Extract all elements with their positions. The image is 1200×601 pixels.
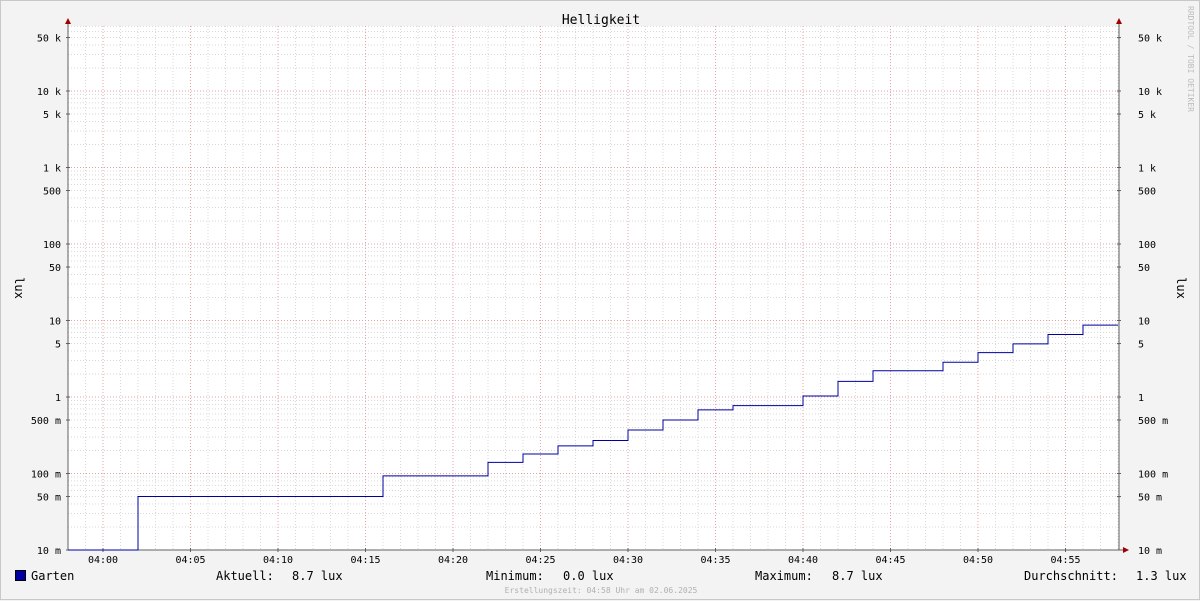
x-axis-arrow [1123,547,1129,553]
y-tick-label-right: 50 m [1138,493,1162,504]
y-tick-label-left: 50 m [37,493,61,504]
chart-frame: 50 k 50 k 10 k 10 k5 k5 k1 k1 k 500 500 100 100… [0,0,1200,600]
y-tick-label-left: 500 [43,187,61,198]
y-tick-label-right: 1 k [1138,164,1156,175]
y-tick-label-right: 500 [1138,187,1156,198]
x-tick-label: 04:00 [88,555,118,566]
y-axis-label-left: lux [12,277,26,299]
y-tick-label-left: 10 [49,317,61,328]
y-tick-label-left: 500 m [31,416,61,427]
x-tick-label: 04:15 [350,555,380,566]
legend-maximum-value: 8.7 lux [832,569,883,583]
y-axis-label-right: lux [1174,277,1188,299]
x-tick-label: 04:30 [613,555,643,566]
legend-aktuell-label: Aktuell: [216,569,274,583]
x-tick-label: 04:45 [875,555,905,566]
y-tick-label-right: 5 k [1138,110,1156,121]
y-tick-label-right: 100 m [1138,470,1168,481]
y-tick-label-right: 10 k [1138,87,1162,98]
y-axis-right-arrow [1116,18,1122,24]
y-tick-label-left: 1 [55,393,61,404]
x-tick-label: 04:10 [263,555,293,566]
legend-maximum-label: Maximum: [755,569,813,583]
y-tick-label-right: 10 [1138,317,1150,328]
y-tick-label-left: 5 [55,340,61,351]
x-tick-label: 04:20 [438,555,468,566]
legend-durchschnitt-label: Durchschnitt: [1024,569,1118,583]
y-tick-label-left: 100 [43,240,61,251]
y-tick-label-left: 10 k [37,87,61,98]
x-tick-label: 04:35 [700,555,730,566]
legend-aktuell-value: 8.7 lux [292,569,343,583]
y-tick-label-right: 100 [1138,240,1156,251]
y-tick-label-right: 500 m [1138,416,1168,427]
y-tick-label-right: 1 [1138,393,1144,404]
x-tick-label: 04:55 [1050,555,1080,566]
y-tick-label-left: 5 k [43,110,61,121]
y-tick-label-left: 50 k [37,34,61,45]
y-tick-label-left: 10 m [37,546,61,557]
y-tick-label-left: 1 k [43,164,61,175]
legend-minimum-value: 0.0 lux [563,569,614,583]
x-tick-label: 04:50 [963,555,993,566]
y-axis-left-arrow [65,18,71,24]
y-tick-label-left: 100 m [31,470,61,481]
chart-svg: 50 k 50 k10 k 10 k5 k5 k1 k1 k500 500100 100… [12,13,1188,566]
x-tick-label: 04:05 [175,555,205,566]
watermark: RRDTOOL / TOBI OETIKER [1186,6,1195,112]
y-tick-label-left: 50 [49,263,61,274]
footer-timestamp: Erstellungszeit: 04:58 Uhr am 02.06.2025 [504,586,698,595]
legend-minimum-label: Minimum: [486,569,544,583]
y-tick-label-right: 50 k [1138,34,1162,45]
y-tick-label-right: 5 [1138,340,1144,351]
y-tick-label-right: 10 m [1138,546,1162,557]
legend-series-name: Garten [31,569,75,583]
y-tick-label-right: 50 [1138,263,1150,274]
legend-durchschnitt-value: 1.3 lux [1136,569,1187,583]
chart-title: Helligkeit [562,13,640,28]
x-tick-label: 04:40 [788,555,818,566]
legend-swatch-garten [15,570,26,581]
x-tick-label: 04:25 [525,555,555,566]
